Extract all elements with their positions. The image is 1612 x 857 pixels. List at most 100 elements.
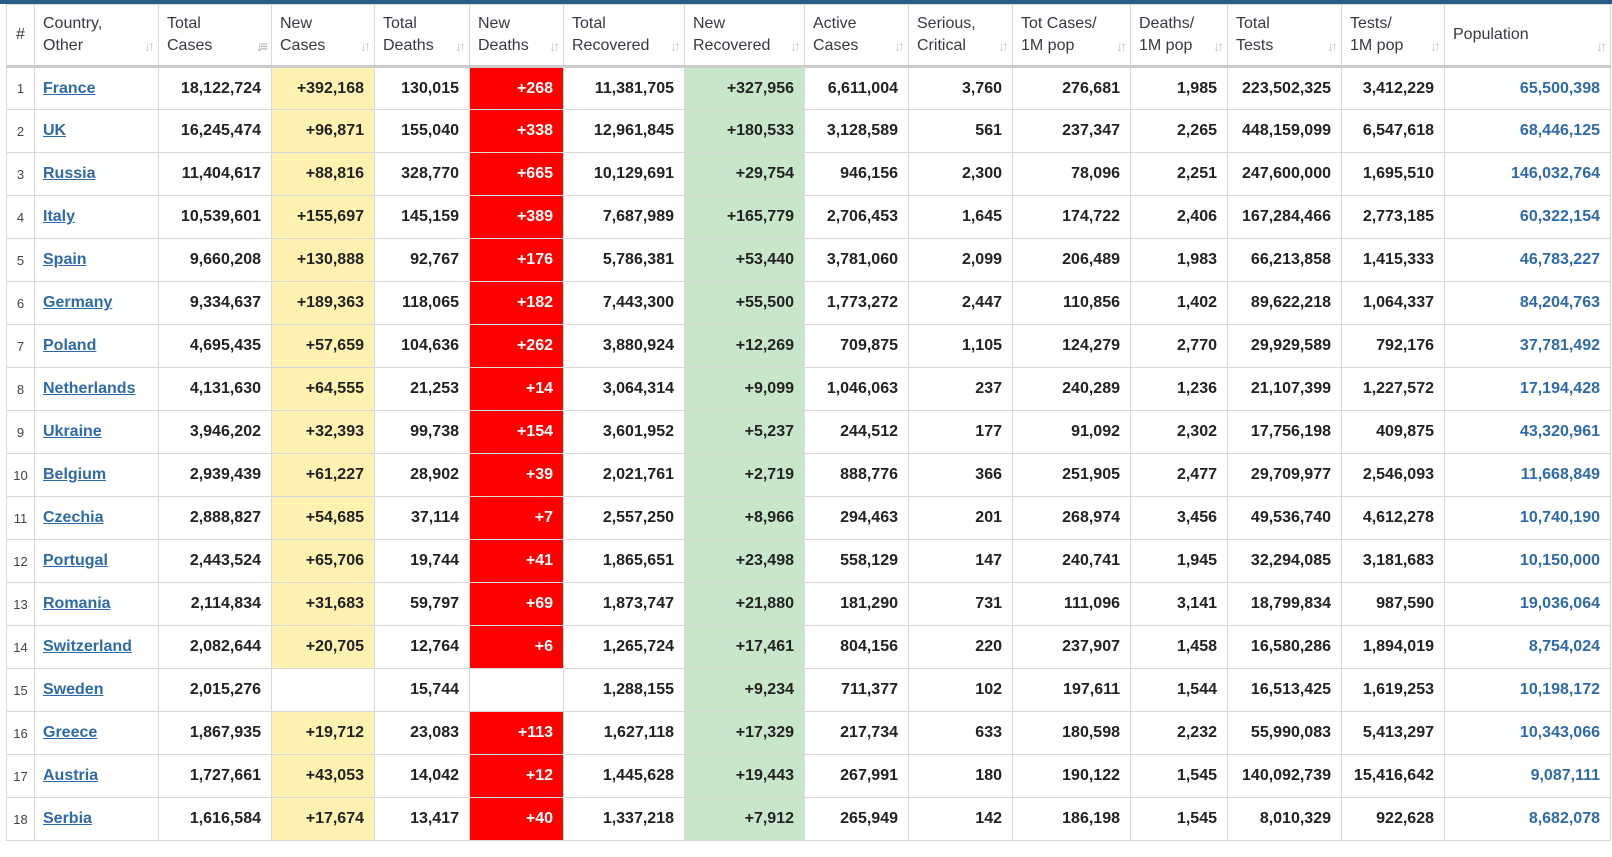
cell-tests-per-1m: 987,590: [1341, 582, 1445, 626]
column-header-cases-per-1m[interactable]: Tot Cases/1M pop ↓↑: [1012, 4, 1131, 68]
sort-icon[interactable]: ↓↑: [455, 35, 466, 57]
cell-total-cases: 2,443,524: [158, 539, 272, 583]
cell-total-cases: 9,334,637: [158, 281, 272, 325]
cell-rank: 4: [6, 195, 35, 239]
country-link[interactable]: Switzerland: [43, 638, 132, 655]
country-link[interactable]: Belgium: [43, 466, 106, 483]
column-header-tests-per-1m[interactable]: Tests/1M pop ↓↑: [1341, 4, 1445, 68]
population-value: 9,087,111: [1530, 767, 1600, 784]
cell-rank: 8: [6, 367, 35, 411]
country-link[interactable]: France: [43, 80, 95, 97]
sort-descending-icon[interactable]: ↓≡: [256, 35, 268, 57]
sort-icon[interactable]: ↓↑: [549, 35, 560, 57]
cell-rank: 7: [6, 324, 35, 368]
column-header-label: Active: [813, 15, 857, 32]
country-link[interactable]: Ukraine: [43, 423, 102, 440]
country-link[interactable]: Czechia: [43, 509, 103, 526]
country-link[interactable]: Austria: [43, 767, 98, 784]
sort-icon[interactable]: ↓↑: [894, 35, 905, 57]
cell-cases-per-1m: 197,611: [1012, 668, 1131, 712]
column-header-active-cases[interactable]: Active Cases ↓↑: [804, 4, 909, 68]
cell-rank: 2: [6, 109, 35, 153]
cell-total-tests: 55,990,083: [1227, 711, 1342, 755]
sort-icon[interactable]: ↓↑: [1116, 35, 1127, 57]
cell-deaths-per-1m: 1,545: [1130, 797, 1228, 841]
cell-population: 10,150,000: [1444, 539, 1611, 583]
country-link[interactable]: Spain: [43, 251, 87, 268]
column-header-label: Total: [572, 15, 606, 32]
sort-icon[interactable]: ↓↑: [144, 35, 155, 57]
table-row: 6 Germany 9,334,637 +189,363 118,065 +182 7,44…: [6, 281, 1611, 325]
sort-icon[interactable]: ↓↑: [998, 35, 1009, 57]
country-link[interactable]: Romania: [43, 595, 111, 612]
country-link[interactable]: UK: [43, 122, 66, 139]
cell-deaths-per-1m: 1,985: [1130, 66, 1228, 110]
country-link[interactable]: Greece: [43, 724, 97, 741]
column-header-population[interactable]: Population ↓↑: [1444, 4, 1611, 68]
column-header-new-recovered[interactable]: New Recovered ↓↑: [684, 4, 805, 68]
sort-icon[interactable]: ↓↑: [790, 35, 801, 57]
column-header-label: Total: [167, 15, 201, 32]
column-header-new-deaths[interactable]: New Deaths ↓↑: [469, 4, 564, 68]
column-header-total-tests[interactable]: Total Tests ↓↑: [1227, 4, 1342, 68]
cell-active-cases: 181,290: [804, 582, 909, 626]
country-link[interactable]: Portugal: [43, 552, 108, 569]
cell-serious: 1,645: [908, 195, 1013, 239]
country-link[interactable]: Poland: [43, 337, 96, 354]
cell-serious: 3,760: [908, 66, 1013, 110]
cell-deaths-per-1m: 2,265: [1130, 109, 1228, 153]
column-header-total-deaths[interactable]: Total Deaths ↓↑: [374, 4, 470, 68]
cell-new-cases: +54,685: [271, 496, 375, 540]
population-value: 43,320,961: [1519, 423, 1600, 440]
country-link[interactable]: Sweden: [43, 681, 103, 698]
country-link[interactable]: Italy: [43, 208, 75, 225]
cell-tests-per-1m: 15,416,642: [1341, 754, 1445, 798]
cell-tests-per-1m: 6,547,618: [1341, 109, 1445, 153]
cell-new-cases: +130,888: [271, 238, 375, 282]
column-header-label: Population: [1453, 26, 1529, 43]
cell-active-cases: 217,734: [804, 711, 909, 755]
cell-serious: 633: [908, 711, 1013, 755]
country-link[interactable]: Germany: [43, 294, 112, 311]
column-header-serious[interactable]: Serious, Critical ↓↑: [908, 4, 1013, 68]
cell-rank: 11: [6, 496, 35, 540]
column-header-deaths-per-1m[interactable]: Deaths/1M pop ↓↑: [1130, 4, 1228, 68]
cell-deaths-per-1m: 3,141: [1130, 582, 1228, 626]
cell-total-tests: 140,092,739: [1227, 754, 1342, 798]
cell-cases-per-1m: 240,741: [1012, 539, 1131, 583]
country-link[interactable]: Netherlands: [43, 380, 135, 397]
country-link[interactable]: Russia: [43, 165, 95, 182]
covid-stats-table: # Country, Other ↓↑ Total Cases ↓≡ New Cases ↓↑ To…: [6, 4, 1611, 841]
column-header-label: Recovered: [572, 37, 650, 54]
cell-population: 10,343,066: [1444, 711, 1611, 755]
cell-total-deaths: 92,767: [374, 238, 470, 282]
column-header-label: 1M pop: [1021, 37, 1075, 54]
sort-icon[interactable]: ↓↑: [360, 35, 371, 57]
cell-tests-per-1m: 1,695,510: [1341, 152, 1445, 196]
sort-icon[interactable]: ↓↑: [1596, 35, 1607, 57]
column-header-country[interactable]: Country, Other ↓↑: [34, 4, 159, 68]
sort-icon[interactable]: ↓↑: [1213, 35, 1224, 57]
cell-total-recovered: 1,288,155: [563, 668, 685, 712]
cell-total-recovered: 2,021,761: [563, 453, 685, 497]
cell-population: 68,446,125: [1444, 109, 1611, 153]
cell-tests-per-1m: 1,415,333: [1341, 238, 1445, 282]
cell-country: Serbia: [34, 797, 159, 841]
column-header-label: Cases: [167, 37, 213, 54]
sort-icon[interactable]: ↓↑: [670, 35, 681, 57]
column-header-total-cases[interactable]: Total Cases ↓≡: [158, 4, 272, 68]
cell-serious: 102: [908, 668, 1013, 712]
country-link[interactable]: Serbia: [43, 810, 92, 827]
cell-total-recovered: 10,129,691: [563, 152, 685, 196]
table-row: 7 Poland 4,695,435 +57,659 104,636 +262 3,880,…: [6, 324, 1611, 368]
column-header-new-cases[interactable]: New Cases ↓↑: [271, 4, 375, 68]
cell-total-recovered: 1,265,724: [563, 625, 685, 669]
sort-icon[interactable]: ↓↑: [1327, 35, 1338, 57]
cell-new-cases: +65,706: [271, 539, 375, 583]
cell-total-deaths: 328,770: [374, 152, 470, 196]
cell-new-recovered: +5,237: [684, 410, 805, 454]
cell-population: 10,198,172: [1444, 668, 1611, 712]
cell-total-recovered: 11,381,705: [563, 66, 685, 110]
column-header-total-recovered[interactable]: Total Recovered ↓↑: [563, 4, 685, 68]
sort-icon[interactable]: ↓↑: [1430, 35, 1441, 57]
